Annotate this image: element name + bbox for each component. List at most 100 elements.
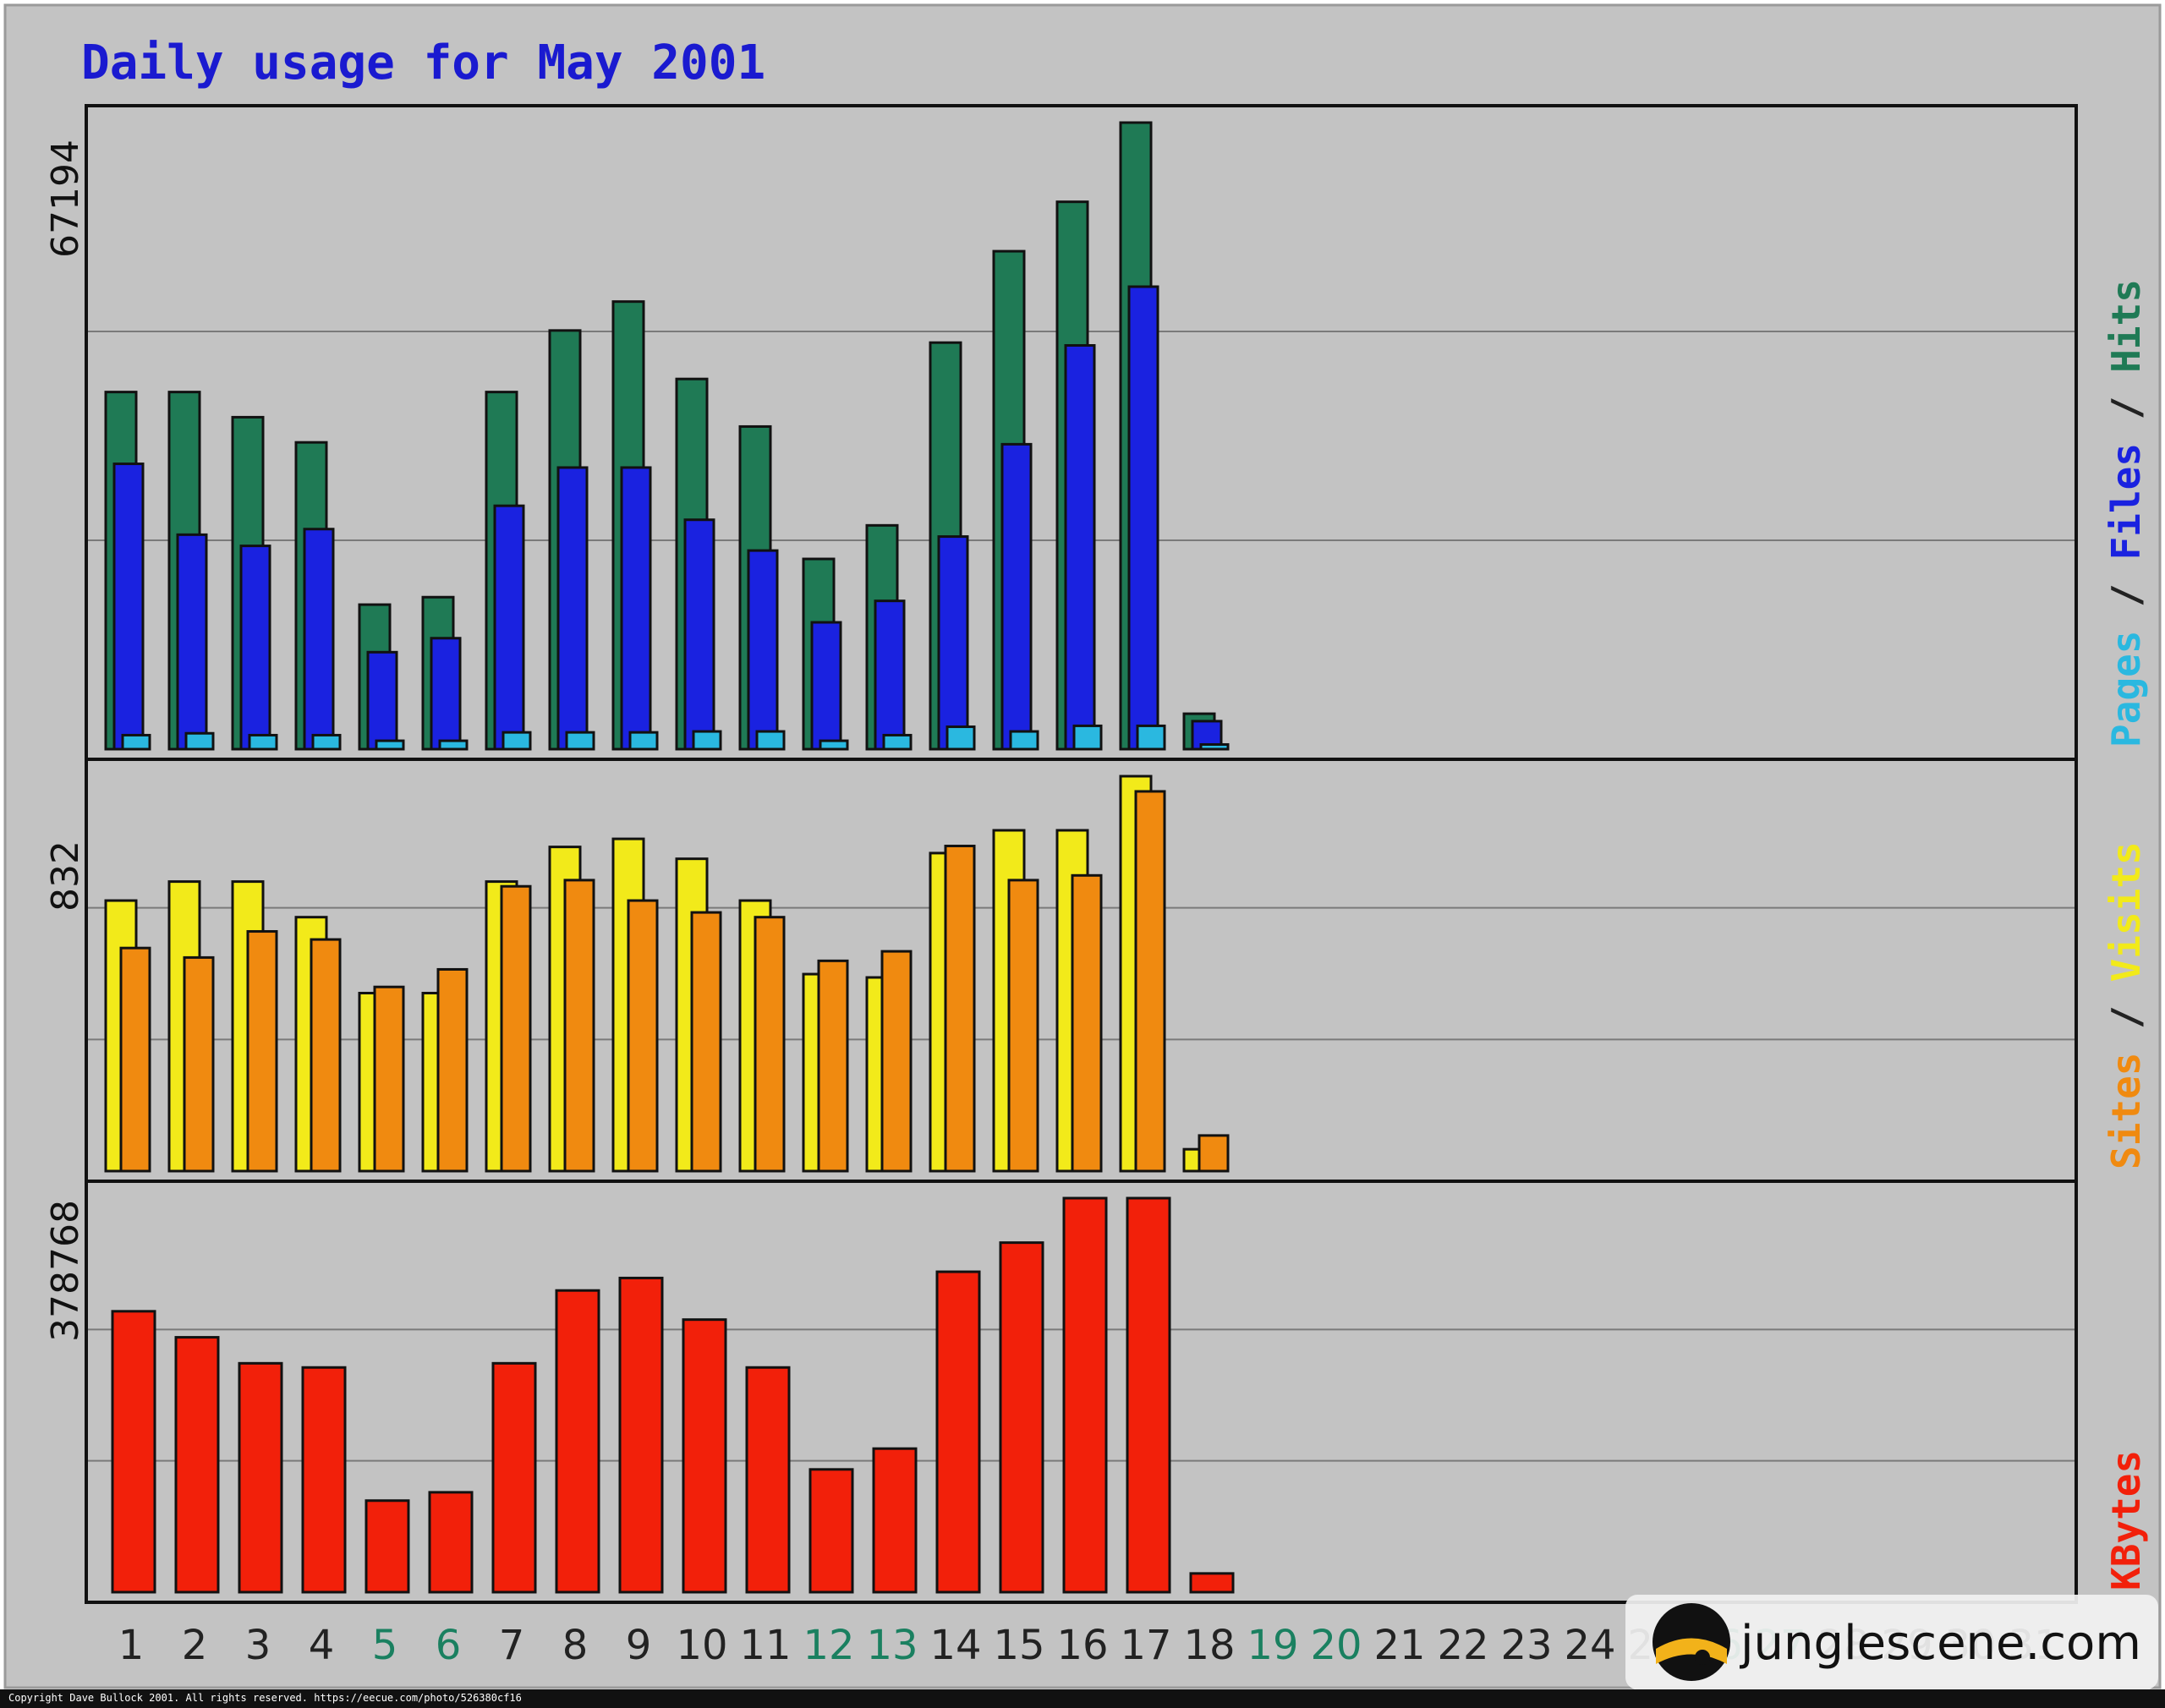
bar-pages-day-14	[945, 725, 976, 751]
bar-kbytes-day-6	[428, 1491, 474, 1594]
bar-files-day-9	[620, 466, 652, 751]
bar-kbytes-day-4	[301, 1366, 347, 1594]
bar-sites-day-6	[436, 967, 469, 1173]
bar-pages-day-15	[1009, 730, 1039, 751]
x-tick-label: 15	[993, 1622, 1044, 1669]
bar-pages-day-13	[882, 733, 913, 751]
bar-sites-day-2	[183, 955, 215, 1173]
bar-files-day-16	[1064, 343, 1096, 751]
chart-title: Daily usage for May 2001	[81, 36, 765, 90]
x-tick-label: 13	[866, 1622, 918, 1669]
bar-kbytes-day-18	[1189, 1572, 1235, 1594]
legend-entry: Files	[2103, 443, 2149, 560]
legend-entry: KBytes	[2103, 1450, 2149, 1590]
x-tick-label: 5	[372, 1622, 398, 1669]
bar-sites-day-16	[1071, 873, 1103, 1173]
bar-files-day-5	[366, 650, 398, 751]
bar-kbytes-day-16	[1062, 1196, 1108, 1594]
x-tick-label: 14	[929, 1622, 981, 1669]
bar-pages-day-10	[692, 730, 722, 751]
bar-files-day-3	[239, 545, 271, 751]
copyright-text: Copyright Dave Bullock 2001. All rights …	[8, 1692, 522, 1704]
bar-files-day-2	[176, 533, 208, 751]
x-tick-label: 19	[1247, 1622, 1298, 1669]
bar-sites-day-4	[310, 938, 342, 1173]
bar-pages-day-17	[1136, 724, 1166, 751]
x-tick-label: 20	[1310, 1622, 1362, 1669]
x-tick-label: 3	[245, 1622, 271, 1669]
bar-files-day-6	[430, 637, 462, 751]
daily-usage-chart: Daily usage for May 2001 671948323787681…	[0, 3, 2165, 1708]
bar-sites-day-7	[500, 884, 532, 1173]
bar-files-day-14	[937, 535, 969, 751]
legend-kbytes: KBytes	[2103, 1450, 2149, 1590]
y-max-label: 832	[44, 840, 87, 911]
bar-files-day-8	[556, 466, 589, 751]
y-max-label: 67194	[44, 140, 87, 258]
legend-visits-sites: Sites / Visits	[2103, 841, 2149, 1169]
bar-pages-day-18	[1199, 742, 1230, 751]
x-tick-label: 7	[499, 1622, 525, 1669]
x-tick-label: 6	[436, 1622, 462, 1669]
bar-sites-day-18	[1198, 1134, 1230, 1173]
y-max-label: 378768	[44, 1200, 87, 1342]
legend-entry: /	[2103, 560, 2149, 630]
bar-kbytes-day-12	[808, 1468, 854, 1594]
bar-sites-day-17	[1134, 790, 1166, 1173]
bar-kbytes-day-8	[555, 1289, 600, 1594]
x-tick-label: 17	[1120, 1622, 1171, 1669]
bar-kbytes-day-17	[1126, 1196, 1171, 1594]
bar-pages-day-4	[311, 733, 342, 751]
bar-kbytes-day-11	[745, 1366, 791, 1594]
x-tick-label: 21	[1373, 1622, 1425, 1669]
bar-pages-day-8	[565, 731, 595, 751]
x-tick-label: 11	[739, 1622, 791, 1669]
bar-pages-day-1	[121, 733, 151, 751]
bar-kbytes-day-2	[174, 1336, 220, 1594]
x-tick-label: 8	[562, 1622, 589, 1669]
bar-kbytes-day-3	[238, 1361, 283, 1594]
bar-pages-day-12	[819, 739, 849, 751]
bar-pages-day-3	[248, 733, 278, 751]
bar-files-day-15	[1000, 442, 1033, 751]
bar-kbytes-day-7	[491, 1361, 537, 1594]
bar-kbytes-day-5	[364, 1499, 410, 1594]
bar-pages-day-16	[1072, 724, 1103, 751]
x-tick-label: 10	[676, 1622, 727, 1669]
bar-files-day-4	[303, 528, 335, 751]
bar-sites-day-5	[373, 985, 405, 1173]
legend-entry: /	[2103, 373, 2149, 443]
x-tick-label: 23	[1500, 1622, 1552, 1669]
bar-pages-day-2	[184, 731, 215, 751]
x-tick-label: 22	[1437, 1622, 1488, 1669]
legend-entry: Pages	[2103, 631, 2149, 747]
bar-files-day-11	[747, 549, 779, 751]
bar-kbytes-day-9	[618, 1276, 664, 1594]
x-tick-label: 1	[118, 1622, 145, 1669]
watermark: junglescene.com	[1625, 1595, 2158, 1689]
x-tick-label: 12	[803, 1622, 854, 1669]
bar-kbytes-day-13	[872, 1447, 918, 1594]
bar-sites-day-12	[817, 959, 849, 1173]
bar-kbytes-day-10	[682, 1318, 727, 1594]
legend-hits-files-pages: Pages / Files / Hits	[2103, 279, 2149, 747]
bar-pages-day-11	[755, 730, 786, 751]
bar-files-day-10	[683, 518, 715, 751]
bar-sites-day-1	[119, 946, 151, 1173]
bar-files-day-1	[112, 463, 145, 751]
bar-sites-day-13	[880, 950, 913, 1173]
x-tick-label: 4	[309, 1622, 335, 1669]
bar-sites-day-10	[690, 911, 722, 1173]
legend-entry: Visits	[2103, 841, 2149, 982]
x-tick-label: 9	[626, 1622, 652, 1669]
x-tick-label: 16	[1056, 1622, 1108, 1669]
bar-files-day-13	[874, 599, 906, 751]
bar-files-day-17	[1127, 285, 1159, 751]
legend-entry: Sites	[2103, 1053, 2149, 1169]
bar-pages-day-9	[628, 731, 659, 751]
x-tick-label: 18	[1183, 1622, 1235, 1669]
chart-frame: Daily usage for May 2001 67194 832 378768 1…	[0, 0, 2165, 1708]
x-tick-label: 2	[182, 1622, 208, 1669]
bar-sites-day-15	[1007, 879, 1039, 1173]
bar-kbytes-day-15	[999, 1241, 1044, 1594]
